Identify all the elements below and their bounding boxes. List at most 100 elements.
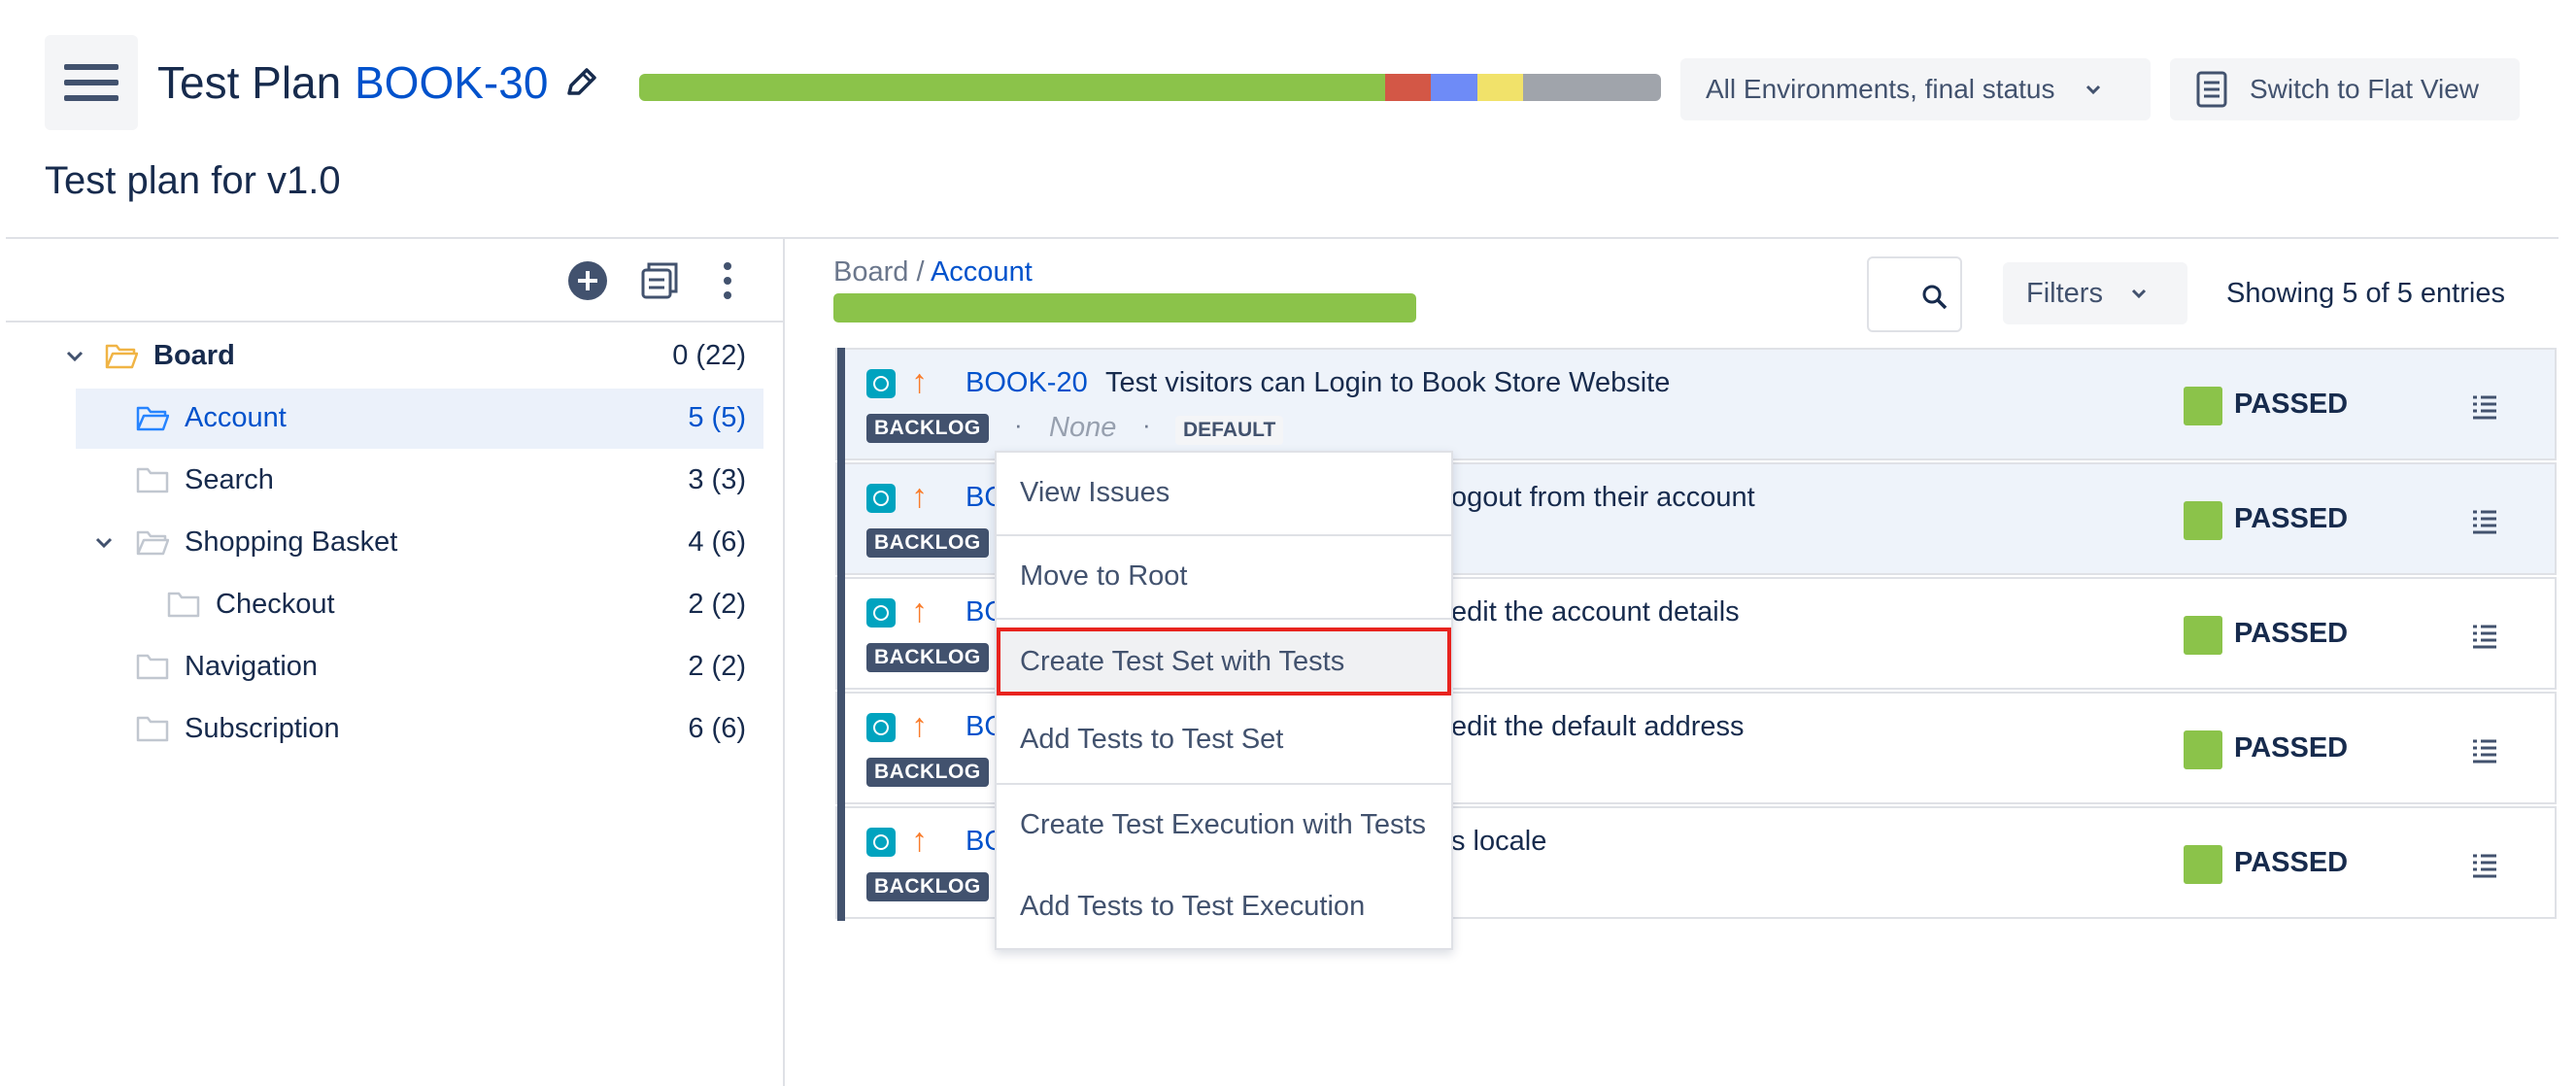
status-badge: BACKLOG: [866, 414, 989, 443]
folder-open-icon: [105, 344, 138, 369]
tree-item-account[interactable]: Account 5 (5): [76, 389, 763, 449]
row-accent: [837, 577, 845, 692]
test-summary: edit the account details: [1451, 596, 1740, 628]
folder-icon: [167, 592, 200, 618]
test-summary: Test visitors can Login to Book Store We…: [1105, 367, 1671, 398]
menu-divider: [997, 618, 1451, 620]
tree-item-subscription[interactable]: Subscription 6 (6): [76, 699, 763, 760]
folder-icon: [136, 654, 169, 680]
menu-item-add-tests-to-test-execution[interactable]: Add Tests to Test Execution: [997, 866, 1451, 946]
issue-key-link[interactable]: BOOK-30: [355, 56, 548, 109]
breadcrumb-separator: /: [908, 256, 931, 288]
test-summary: s locale: [1451, 826, 1547, 857]
main-menu-button[interactable]: [45, 35, 138, 130]
copy-folder-icon[interactable]: [639, 260, 680, 301]
folder-icon: [136, 467, 169, 493]
tree-item-label: Board: [153, 340, 235, 371]
tree-item-label: Search: [185, 464, 274, 495]
context-menu: View Issues Move to Root Create Test Set…: [995, 451, 1453, 950]
tree-item-label: Account: [185, 402, 287, 433]
folder-icon: [136, 716, 169, 742]
passed-status-icon: [2184, 616, 2222, 655]
priority-up-icon: ↑: [911, 822, 928, 859]
folder-progress-bar: [833, 293, 1416, 322]
tree-item-count: 2 (2): [688, 589, 746, 620]
folder-open-icon: [136, 406, 169, 431]
breadcrumb: Board / Account: [833, 256, 1033, 288]
test-type-icon: [866, 713, 896, 742]
tree-item-board[interactable]: Board 0 (22): [58, 326, 763, 387]
breadcrumb-root[interactable]: Board: [833, 256, 908, 288]
priority-up-icon: ↑: [911, 707, 928, 744]
test-result: PASSED: [2234, 389, 2349, 420]
test-row[interactable]: ↑ BOOK-20 Test visitors can Login to Boo…: [835, 348, 2557, 462]
priority-up-icon: ↑: [911, 363, 928, 400]
menu-item-view-issues[interactable]: View Issues: [997, 453, 1451, 532]
tree-item-count: 3 (3): [688, 464, 746, 495]
test-summary: ogout from their account: [1451, 482, 1755, 513]
test-type-icon: [866, 369, 896, 398]
progress-segment-passed: [639, 74, 1385, 101]
progress-segment-executing: [1431, 74, 1477, 101]
filters-label: Filters: [2026, 277, 2103, 309]
add-folder-icon[interactable]: [567, 260, 608, 301]
edit-pencil-icon[interactable]: [561, 64, 600, 103]
chevron-down-icon[interactable]: [93, 532, 115, 554]
search-icon: [1922, 285, 1948, 310]
tree-item-shopping-basket[interactable]: Shopping Basket 4 (6): [76, 513, 763, 573]
test-plan-progress-bar: [639, 74, 1661, 101]
separator-dot: ·: [1014, 410, 1023, 439]
execution-details-icon[interactable]: [2471, 851, 2498, 878]
chevron-down-icon: [2131, 288, 2147, 299]
tree-item-checkout[interactable]: Checkout 2 (2): [107, 575, 763, 635]
tree-item-label: Checkout: [216, 589, 335, 620]
tree-item-navigation[interactable]: Navigation 2 (2): [76, 637, 763, 697]
priority-up-icon: ↑: [911, 478, 928, 515]
test-summary: edit the default address: [1451, 711, 1745, 742]
test-result: PASSED: [2234, 503, 2349, 534]
default-badge: DEFAULT: [1175, 416, 1284, 445]
status-badge: BACKLOG: [866, 758, 989, 787]
test-type-icon: [866, 828, 896, 857]
search-button[interactable]: [1867, 256, 1962, 332]
switch-flat-view-button[interactable]: Switch to Flat View: [2170, 58, 2520, 120]
menu-item-create-test-set[interactable]: Create Test Set with Tests: [997, 628, 1451, 696]
status-badge: BACKLOG: [866, 872, 989, 901]
execution-details-icon[interactable]: [2471, 736, 2498, 764]
test-type-icon: [866, 598, 896, 628]
hamburger-icon-bar: [64, 80, 119, 85]
tree-item-count: 5 (5): [688, 402, 746, 433]
tree-item-count: 2 (2): [688, 651, 746, 682]
more-options-icon[interactable]: [713, 260, 742, 301]
menu-item-add-tests-to-test-set[interactable]: Add Tests to Test Set: [997, 699, 1451, 779]
chevron-down-icon: [2085, 85, 2100, 95]
passed-status-icon: [2184, 501, 2222, 540]
breadcrumb-current[interactable]: Account: [931, 256, 1033, 288]
page-title: Test Plan: [157, 57, 342, 108]
execution-details-icon[interactable]: [2471, 622, 2498, 649]
list-view-icon: [2196, 71, 2227, 108]
tree-item-label: Shopping Basket: [185, 526, 398, 558]
priority-up-icon: ↑: [911, 593, 928, 629]
menu-item-create-test-execution[interactable]: Create Test Execution with Tests: [997, 785, 1451, 865]
tree-item-count: 4 (6): [688, 526, 746, 558]
none-value: None: [1049, 412, 1117, 443]
filters-button[interactable]: Filters: [2003, 262, 2187, 324]
hamburger-icon: [64, 64, 119, 70]
test-type-icon: [866, 484, 896, 513]
passed-status-icon: [2184, 730, 2222, 769]
test-result: PASSED: [2234, 847, 2349, 878]
execution-details-icon[interactable]: [2471, 507, 2498, 534]
execution-details-icon[interactable]: [2471, 392, 2498, 420]
separator-dot: ·: [1142, 410, 1151, 439]
test-key-link[interactable]: BOOK-20: [966, 367, 1088, 399]
panel-divider[interactable]: [783, 239, 785, 1086]
tree-item-search[interactable]: Search 3 (3): [76, 451, 763, 511]
tree-item-count: 0 (22): [672, 340, 746, 371]
tree-item-label: Navigation: [185, 651, 319, 682]
chevron-down-icon[interactable]: [64, 346, 85, 367]
folder-open-icon: [136, 530, 169, 556]
menu-item-move-to-root[interactable]: Move to Root: [997, 536, 1451, 616]
environment-select[interactable]: All Environments, final status: [1680, 58, 2151, 120]
tree-item-count: 6 (6): [688, 713, 746, 744]
